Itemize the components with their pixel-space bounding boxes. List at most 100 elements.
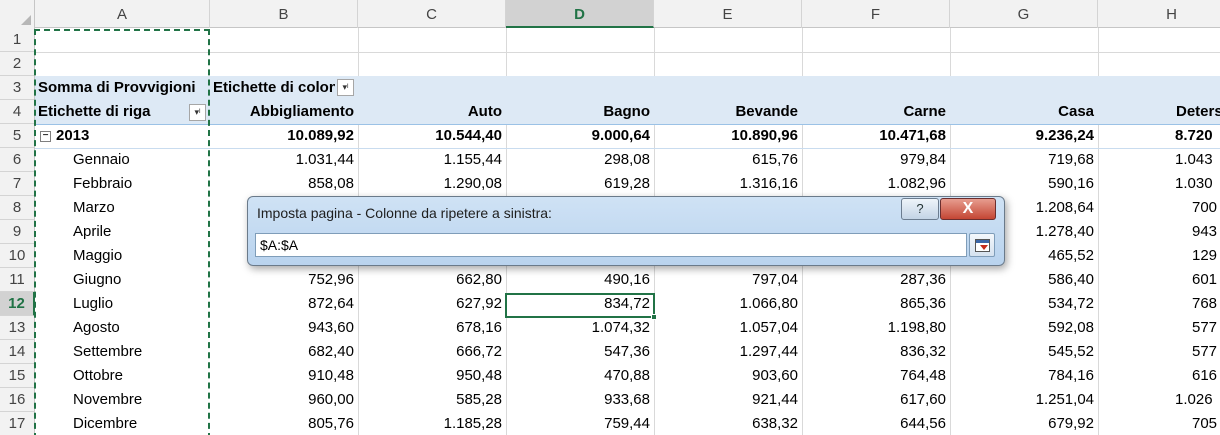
range-reference-input[interactable]: $A:$A [255, 233, 967, 257]
pivot-value-cell[interactable]: 662,80 [358, 268, 506, 292]
row-header-5[interactable]: 5 [0, 124, 35, 148]
pivot-value-cell[interactable]: 1.074,32 [506, 316, 654, 340]
pivot-column-header[interactable]: Bagno [506, 100, 654, 124]
pivot-column-labels-caption[interactable]: Etichette di colonne [210, 76, 335, 100]
pivot-value-cell[interactable]: 666,72 [358, 340, 506, 364]
row-header-2[interactable]: 2 [0, 52, 35, 76]
pivot-value-cell[interactable]: 577 [1098, 340, 1220, 364]
pivot-value-cell[interactable]: 1.316,16 [654, 172, 802, 196]
row-header-15[interactable]: 15 [0, 364, 35, 388]
close-button[interactable]: X [940, 198, 996, 220]
pivot-value-cell[interactable]: 1.043 [1098, 148, 1220, 172]
pivot-value-cell[interactable]: 805,76 [210, 412, 358, 435]
pivot-value-cell[interactable]: 705 [1098, 412, 1220, 435]
pivot-value-cell[interactable]: 910,48 [210, 364, 358, 388]
column-header-g[interactable]: G [950, 0, 1098, 28]
pivot-value-cell[interactable]: 638,32 [654, 412, 802, 435]
pivot-value-cell[interactable]: 903,60 [654, 364, 802, 388]
pivot-value-cell[interactable]: 1.155,44 [358, 148, 506, 172]
pivot-value-cell[interactable]: 872,64 [210, 292, 358, 316]
pivot-value-cell[interactable]: 617,60 [802, 388, 950, 412]
active-cell-d12[interactable] [505, 293, 655, 318]
year-total-cell[interactable]: 10.089,92 [210, 124, 358, 148]
pivot-value-cell[interactable]: 470,88 [506, 364, 654, 388]
column-header-h[interactable]: H [1098, 0, 1220, 28]
row-header-9[interactable]: 9 [0, 220, 35, 244]
pivot-value-cell[interactable]: 700 [1098, 196, 1220, 220]
pivot-value-cell[interactable]: 490,16 [506, 268, 654, 292]
select-all-corner[interactable] [0, 0, 35, 28]
pivot-value-cell[interactable]: 950,48 [358, 364, 506, 388]
pivot-value-cell[interactable]: 592,08 [950, 316, 1098, 340]
pivot-value-cell[interactable]: 759,44 [506, 412, 654, 435]
row-header-17[interactable]: 17 [0, 412, 35, 435]
row-header-1[interactable]: 1 [0, 28, 35, 52]
column-header-e[interactable]: E [654, 0, 802, 28]
pivot-column-header[interactable]: Abbigliamento [210, 100, 358, 124]
row-header-16[interactable]: 16 [0, 388, 35, 412]
pivot-value-cell[interactable]: 682,40 [210, 340, 358, 364]
pivot-value-cell[interactable]: 615,76 [654, 148, 802, 172]
year-total-cell[interactable]: 9.236,24 [950, 124, 1098, 148]
pivot-value-cell[interactable]: 1.057,04 [654, 316, 802, 340]
column-header-b[interactable]: B [210, 0, 358, 28]
pivot-value-cell[interactable]: 619,28 [506, 172, 654, 196]
row-header-12[interactable]: 12 [0, 292, 35, 316]
pivot-value-cell[interactable]: 836,32 [802, 340, 950, 364]
row-header-6[interactable]: 6 [0, 148, 35, 172]
row-header-14[interactable]: 14 [0, 340, 35, 364]
pivot-value-cell[interactable]: 921,44 [654, 388, 802, 412]
pivot-value-cell[interactable]: 784,16 [950, 364, 1098, 388]
pivot-value-cell[interactable]: 586,40 [950, 268, 1098, 292]
pivot-value-cell[interactable]: 1.198,80 [802, 316, 950, 340]
column-labels-filter-button[interactable]: ▾ᴵ [337, 79, 354, 96]
pivot-value-cell[interactable]: 979,84 [802, 148, 950, 172]
pivot-column-header[interactable]: Casa [950, 100, 1098, 124]
pivot-value-cell[interactable]: 534,72 [950, 292, 1098, 316]
row-header-7[interactable]: 7 [0, 172, 35, 196]
pivot-value-cell[interactable]: 644,56 [802, 412, 950, 435]
pivot-value-cell[interactable]: 129 [1098, 244, 1220, 268]
year-total-cell[interactable]: 10.544,40 [358, 124, 506, 148]
pivot-value-cell[interactable]: 797,04 [654, 268, 802, 292]
pivot-value-cell[interactable]: 287,36 [802, 268, 950, 292]
row-header-8[interactable]: 8 [0, 196, 35, 220]
pivot-value-cell[interactable]: 590,16 [950, 172, 1098, 196]
pivot-value-cell[interactable]: 768 [1098, 292, 1220, 316]
pivot-value-cell[interactable]: 679,92 [950, 412, 1098, 435]
pivot-value-cell[interactable]: 1.297,44 [654, 340, 802, 364]
pivot-value-cell[interactable]: 858,08 [210, 172, 358, 196]
row-header-11[interactable]: 11 [0, 268, 35, 292]
expand-dialog-button[interactable] [969, 233, 995, 257]
pivot-column-header[interactable]: Carne [802, 100, 950, 124]
help-button[interactable]: ? [901, 198, 939, 220]
column-header-f[interactable]: F [802, 0, 950, 28]
year-total-cell[interactable]: 9.000,64 [506, 124, 654, 148]
pivot-value-cell[interactable]: 764,48 [802, 364, 950, 388]
row-header-10[interactable]: 10 [0, 244, 35, 268]
column-header-d[interactable]: D [506, 0, 654, 28]
column-header-c[interactable]: C [358, 0, 506, 28]
year-total-cell[interactable]: 10.890,96 [654, 124, 802, 148]
pivot-value-cell[interactable]: 1.290,08 [358, 172, 506, 196]
pivot-value-cell[interactable]: 601 [1098, 268, 1220, 292]
year-total-cell[interactable]: 10.471,68 [802, 124, 950, 148]
pivot-value-cell[interactable]: 1.251,04 [950, 388, 1098, 412]
pivot-value-cell[interactable]: 678,16 [358, 316, 506, 340]
pivot-value-cell[interactable]: 1.026 [1098, 388, 1220, 412]
pivot-column-header[interactable]: Bevande [654, 100, 802, 124]
pivot-value-cell[interactable]: 960,00 [210, 388, 358, 412]
pivot-column-header[interactable]: Auto [358, 100, 506, 124]
pivot-value-cell[interactable]: 719,68 [950, 148, 1098, 172]
pivot-value-cell[interactable]: 545,52 [950, 340, 1098, 364]
pivot-value-cell[interactable]: 547,36 [506, 340, 654, 364]
pivot-value-cell[interactable]: 933,68 [506, 388, 654, 412]
row-header-13[interactable]: 13 [0, 316, 35, 340]
year-total-cell[interactable]: 8.720 [1098, 124, 1220, 148]
row-header-3[interactable]: 3 [0, 76, 35, 100]
pivot-value-cell[interactable]: 1.185,28 [358, 412, 506, 435]
pivot-value-cell[interactable]: 627,92 [358, 292, 506, 316]
pivot-value-cell[interactable]: 943,60 [210, 316, 358, 340]
pivot-value-cell[interactable]: 585,28 [358, 388, 506, 412]
column-header-a[interactable]: A [35, 0, 210, 28]
